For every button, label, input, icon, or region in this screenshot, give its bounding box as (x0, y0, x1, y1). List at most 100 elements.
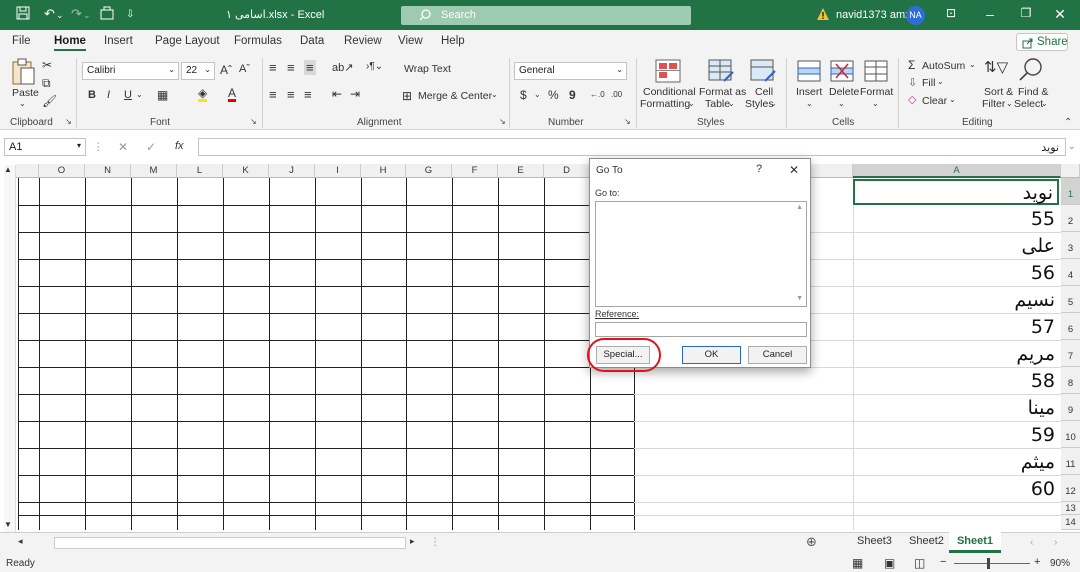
align-left-icon[interactable]: ≡ (269, 87, 277, 102)
comma-button[interactable]: 9 (569, 88, 576, 102)
sheet-tab-sheet1[interactable]: Sheet1 (949, 532, 1001, 553)
italic-button[interactable]: I (107, 89, 110, 101)
copy-icon[interactable]: ⧉ (42, 76, 51, 91)
zoom-slider-handle[interactable] (987, 558, 990, 569)
format-as-table-icon[interactable] (708, 59, 734, 83)
scroll-right-icon[interactable]: ▸ (410, 536, 415, 547)
cut-icon[interactable]: ✂ (42, 58, 52, 72)
chevron-down-icon[interactable]: ⌄ (838, 99, 845, 108)
chevron-down-icon[interactable]: ⌄ (688, 99, 695, 108)
number-format-select[interactable]: General ⌄ (514, 62, 627, 80)
cell-a8[interactable]: 58 (853, 368, 1059, 394)
cell-a9[interactable]: مینا (853, 395, 1059, 421)
format-painter-icon[interactable]: 🖌 (42, 94, 57, 108)
splitter-icon[interactable]: ⋮ (430, 536, 441, 548)
column-header-f[interactable]: F (452, 164, 498, 178)
delete-cells-label[interactable]: Delete (829, 86, 859, 98)
collapse-ribbon-icon[interactable]: ⌃ (1064, 117, 1072, 128)
align-middle-icon[interactable]: ≡ (287, 60, 295, 75)
row-header[interactable]: 8 (1061, 367, 1080, 394)
minimize-icon[interactable]: – (980, 6, 1000, 22)
align-bottom-icon[interactable]: ≡ (304, 60, 316, 75)
row-header[interactable]: 9 (1061, 394, 1080, 421)
find-select-label-2[interactable]: Select (1014, 98, 1043, 110)
align-top-icon[interactable]: ≡ (269, 60, 277, 75)
format-as-table-label[interactable]: Format as (699, 86, 746, 98)
font-color-button[interactable]: A (228, 87, 237, 102)
delete-cells-icon[interactable] (830, 60, 854, 82)
percent-button[interactable]: % (548, 88, 559, 102)
align-center-icon[interactable]: ≡ (287, 87, 295, 102)
tab-help[interactable]: Help (441, 35, 465, 47)
format-cells-icon[interactable] (864, 60, 888, 82)
ok-button[interactable]: OK (682, 346, 741, 364)
row-header[interactable]: 11 (1061, 448, 1080, 475)
scroll-down-icon[interactable]: ▼ (796, 295, 803, 302)
undo-dropdown-icon[interactable]: ⌄ (56, 10, 64, 21)
chevron-down-icon[interactable]: ⌄ (491, 90, 498, 99)
sheet-tab-sheet2[interactable]: Sheet2 (909, 535, 944, 547)
customize-icon[interactable]: ⇩ (126, 9, 134, 20)
redo-dropdown-icon[interactable]: ⌄ (83, 10, 91, 21)
row-header[interactable]: 4 (1061, 259, 1080, 286)
bold-button[interactable]: B (88, 89, 96, 101)
font-name-select[interactable]: Calibri ⌄ (82, 62, 179, 80)
chevron-down-icon[interactable]: ⌄ (969, 60, 976, 69)
row-header[interactable]: 6 (1061, 313, 1080, 340)
add-sheet-icon[interactable]: ⊕ (806, 534, 817, 550)
column-header-k[interactable]: K (223, 164, 269, 178)
paste-icon[interactable] (10, 58, 36, 86)
sheet-tab-sheet3[interactable]: Sheet3 (857, 535, 892, 547)
row-header[interactable]: 1 (1061, 178, 1080, 205)
normal-view-icon[interactable]: ▦ (852, 556, 863, 570)
sort-filter-label-2[interactable]: Filter (982, 98, 1005, 110)
tab-view[interactable]: View (398, 35, 423, 47)
tab-page-layout[interactable]: Page Layout (155, 35, 220, 47)
redo-icon[interactable]: ↷ (71, 6, 82, 22)
column-header-d[interactable]: D (544, 164, 590, 178)
column-header-a[interactable]: A (853, 164, 1061, 178)
reference-input[interactable] (595, 322, 807, 337)
share-button[interactable]: Share (1016, 33, 1068, 51)
increase-indent-icon[interactable]: ⇥ (350, 87, 360, 101)
tab-formulas[interactable]: Formulas (234, 35, 282, 47)
autosum-icon[interactable]: Σ (908, 58, 915, 72)
vertical-scrollbar[interactable] (4, 165, 16, 532)
clipboard-launcher-icon[interactable]: ↘ (65, 117, 72, 126)
chevron-down-icon[interactable]: ⌄ (534, 90, 541, 99)
merge-center-button[interactable]: Merge & Center (418, 90, 492, 102)
warning-icon[interactable] (816, 7, 830, 21)
tab-insert[interactable]: Insert (104, 35, 133, 47)
underline-button[interactable]: U (124, 89, 132, 101)
tab-scroll-left-icon[interactable]: ‹ (1030, 536, 1034, 548)
tab-scroll-right-icon[interactable]: › (1054, 536, 1058, 548)
alignment-launcher-icon[interactable]: ↘ (499, 117, 506, 126)
tab-data[interactable]: Data (300, 35, 324, 47)
column-header-g[interactable]: G (406, 164, 452, 178)
zoom-level[interactable]: 90% (1050, 558, 1070, 569)
cell-a10[interactable]: 59 (853, 422, 1059, 448)
select-all-corner[interactable] (1061, 164, 1080, 178)
zoom-out-icon[interactable]: − (940, 556, 946, 568)
undo-icon[interactable]: ↶ (44, 6, 55, 22)
paste-dropdown-icon[interactable]: ⌄ (19, 99, 26, 108)
insert-cells-icon[interactable] (797, 60, 821, 82)
scroll-down-icon[interactable]: ▼ (4, 520, 12, 529)
column-header-n[interactable]: N (85, 164, 131, 178)
row-header[interactable]: 12 (1061, 475, 1080, 502)
format-as-table-label-2[interactable]: Table (705, 98, 730, 110)
goto-list[interactable]: ▲ ▼ (595, 201, 807, 307)
cell-a3[interactable]: علی (853, 233, 1059, 259)
column-header-p[interactable] (16, 164, 39, 178)
page-layout-view-icon[interactable]: ▣ (884, 556, 895, 570)
zoom-in-icon[interactable]: + (1034, 556, 1040, 568)
horizontal-scrollbar[interactable] (54, 537, 406, 549)
row-header[interactable]: 2 (1061, 205, 1080, 232)
scroll-up-icon[interactable]: ▲ (4, 165, 12, 174)
borders-icon[interactable]: ▦ (157, 88, 168, 102)
search-box[interactable]: Search (401, 6, 691, 25)
autosum-button[interactable]: AutoSum (922, 60, 965, 72)
tab-file[interactable]: File (12, 35, 31, 47)
row-header[interactable]: 3 (1061, 232, 1080, 259)
sort-filter-icon[interactable]: ⇅▽ (984, 58, 1008, 76)
